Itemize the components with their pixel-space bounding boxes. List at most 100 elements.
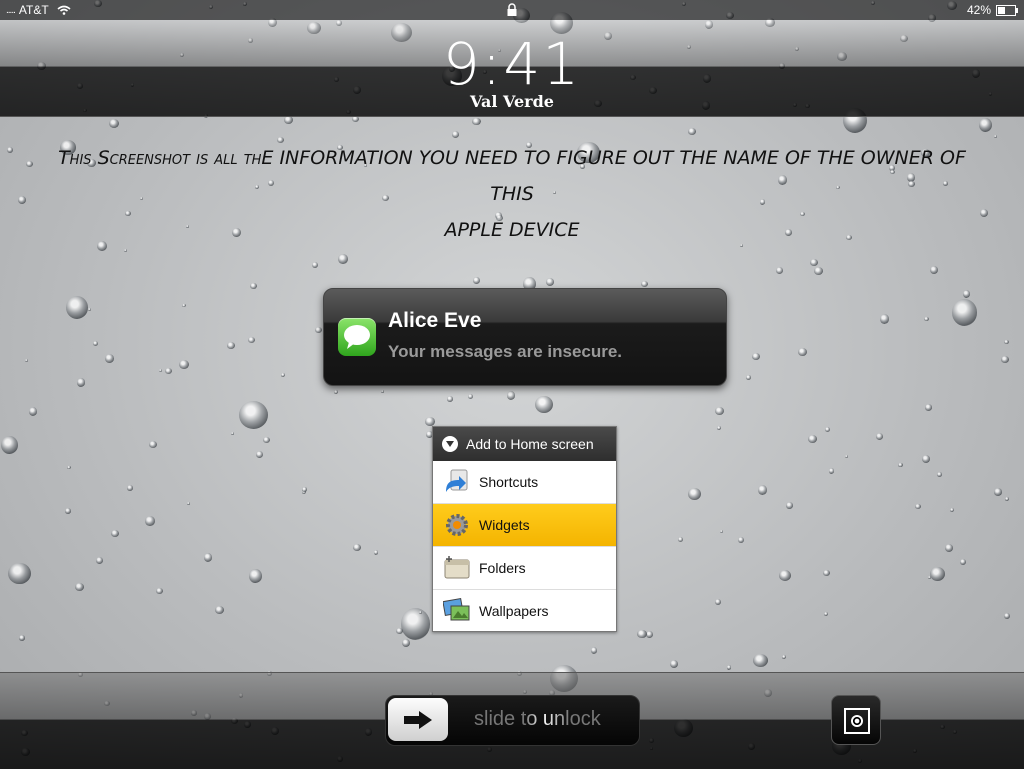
headline-line-2: APPLE DEVICE (444, 219, 580, 241)
water-drop (315, 327, 323, 334)
water-drop (738, 537, 744, 544)
water-drop (960, 559, 966, 565)
water-drop (447, 396, 454, 402)
water-drop (994, 488, 1003, 496)
water-drop (922, 455, 931, 463)
water-drop (720, 530, 724, 534)
water-drop (227, 342, 235, 349)
water-drop (67, 466, 71, 470)
water-drop (77, 378, 86, 387)
water-drop (1, 436, 18, 455)
water-drop (468, 394, 474, 400)
water-drop (215, 606, 225, 615)
water-drop (231, 432, 235, 435)
water-drop (758, 485, 768, 496)
water-drop (1001, 356, 1009, 363)
water-drop (452, 131, 460, 138)
menu-item-label: Folders (479, 560, 526, 576)
water-drop (915, 504, 921, 510)
water-drop (105, 354, 115, 364)
water-drop (248, 337, 255, 344)
picture-frame-button[interactable] (831, 695, 881, 745)
water-drop (93, 341, 99, 347)
menu-item-wallpapers[interactable]: Wallpapers (433, 590, 616, 632)
menu-item-label: Shortcuts (479, 474, 539, 490)
water-drop (641, 281, 649, 288)
clock-band: 9:41 Val Verde (0, 20, 1024, 117)
wifi-icon (57, 5, 71, 15)
water-drop (782, 655, 786, 659)
carrier-name: AT&T (18, 3, 49, 17)
chevron-down-icon (442, 436, 458, 452)
water-drop (876, 433, 884, 440)
water-drop (425, 417, 435, 426)
water-drop (546, 278, 555, 286)
water-drop (994, 135, 998, 139)
slide-to-unlock-track[interactable]: slide to unlock (385, 695, 640, 746)
overlay-headline: This Screenshot is all thE INFORMATION Y… (40, 140, 984, 248)
water-drop (111, 530, 119, 537)
water-drop (381, 390, 385, 393)
widget-gear-icon (443, 511, 471, 539)
water-drop (19, 635, 26, 641)
water-drop (179, 360, 189, 370)
water-drop (281, 373, 286, 377)
water-drop (374, 550, 379, 555)
message-notification[interactable]: Alice Eve Your messages are insecure. (323, 288, 727, 386)
water-drop (535, 396, 553, 414)
water-drop (263, 437, 271, 444)
water-drop (187, 502, 191, 506)
battery-percentage: 42% (966, 3, 991, 17)
water-drop (688, 128, 696, 135)
water-drop (670, 660, 678, 669)
water-drop (88, 308, 91, 312)
battery-icon (996, 4, 1018, 16)
water-drop (814, 267, 824, 276)
water-drop (472, 118, 481, 126)
menu-item-label: Wallpapers (479, 603, 549, 619)
menu-item-folders[interactable]: Folders (433, 547, 616, 590)
water-drop (7, 147, 14, 153)
water-drop (717, 426, 722, 431)
water-drop (810, 259, 818, 267)
water-drop (963, 290, 971, 298)
signal-strength-icon: ..... (6, 4, 16, 16)
water-drop (239, 401, 268, 430)
slide-to-unlock-knob[interactable] (388, 698, 448, 741)
water-drop (829, 468, 835, 474)
water-drop (779, 570, 792, 582)
water-drop (637, 630, 647, 639)
wallpaper-pictures-icon (442, 597, 471, 625)
water-drop (979, 118, 993, 133)
water-drop (925, 404, 933, 411)
water-drop (688, 488, 702, 501)
water-drop (302, 487, 307, 492)
water-drop (928, 576, 932, 580)
water-drop (646, 631, 653, 639)
water-drop (401, 608, 431, 640)
water-drop (145, 516, 155, 526)
slide-to-unlock-label: slide to unlock (474, 708, 601, 730)
water-drop (930, 567, 946, 582)
water-drop (402, 639, 411, 648)
water-drop (746, 375, 752, 380)
water-drop (159, 369, 163, 373)
water-drop (678, 537, 684, 543)
water-drop (165, 368, 172, 375)
water-drop (753, 654, 768, 667)
water-drop (798, 348, 807, 357)
water-drop (924, 317, 929, 322)
menu-item-widgets[interactable]: Widgets (433, 504, 616, 547)
menu-item-shortcuts[interactable]: Shortcuts (433, 461, 616, 504)
water-drop (109, 119, 119, 129)
add-to-home-screen-menu: Add to Home screen Shortcuts Widgets Fol… (432, 426, 617, 632)
water-drop (824, 612, 828, 617)
water-drop (473, 277, 480, 285)
water-drop (786, 502, 794, 509)
water-drop (334, 390, 338, 394)
water-drop (1005, 497, 1009, 501)
water-drop (127, 485, 134, 491)
menu-item-label: Widgets (479, 517, 530, 533)
water-drop (29, 407, 38, 416)
water-drop (591, 647, 597, 654)
